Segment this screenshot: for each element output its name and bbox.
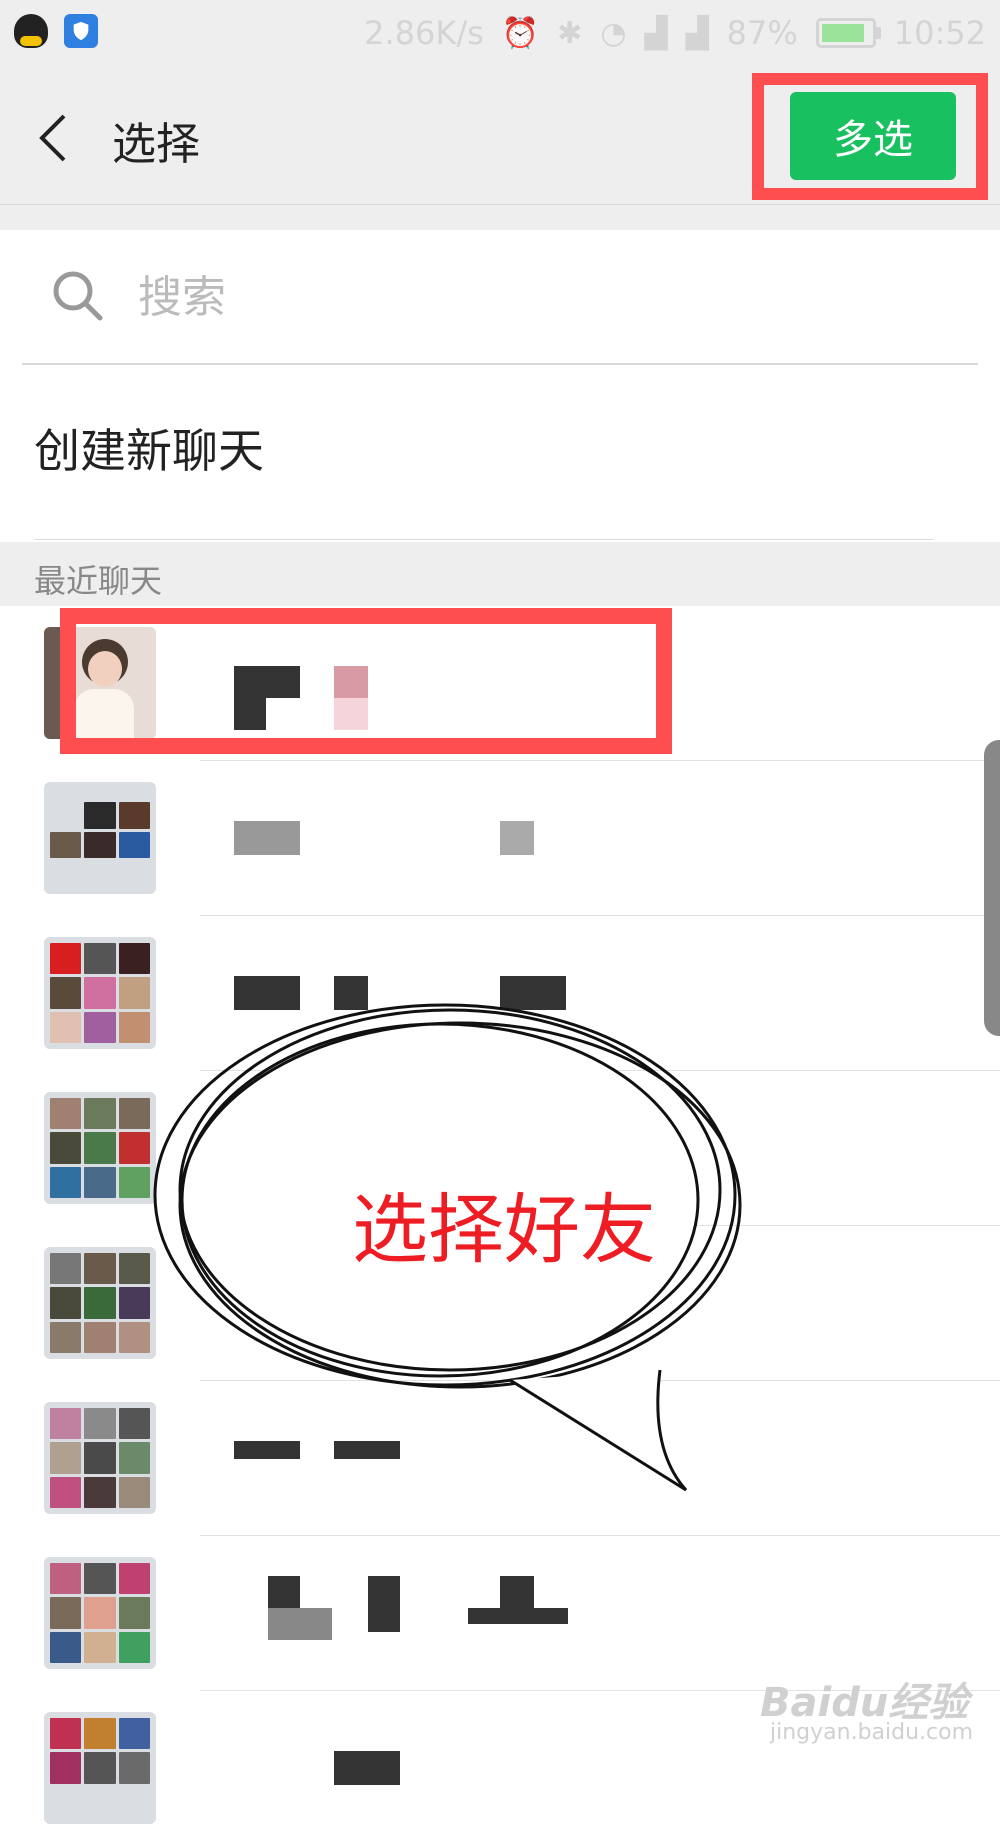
highlight-box-multi-select — [752, 73, 988, 200]
battery-icon — [815, 18, 881, 48]
battery-percent: 87% — [726, 14, 798, 52]
wifi-icon: ◔ — [600, 15, 627, 51]
highlight-box-chat-row — [60, 608, 672, 754]
avatar — [44, 782, 156, 894]
create-new-chat-label: 创建新聊天 — [34, 424, 264, 478]
signal-icon: ▟ — [685, 15, 709, 51]
avatar — [44, 1092, 156, 1204]
status-bar: 2.86K/s ⏰ ✱ ◔ ▟ ▟ 87% 10:52 — [0, 0, 1000, 70]
signal-icon: ▟ — [644, 15, 668, 51]
divider — [34, 539, 934, 540]
back-arrow-icon[interactable] — [34, 110, 80, 166]
create-new-chat[interactable]: 创建新聊天 — [0, 365, 1000, 540]
chat-row-7[interactable] — [0, 1536, 1000, 1691]
chat-row-2[interactable] — [0, 761, 1000, 916]
shield-app-icon — [64, 14, 98, 48]
avatar — [44, 1402, 156, 1514]
alarm-icon: ⏰ — [501, 15, 540, 51]
search-icon — [53, 271, 103, 321]
clock: 10:52 — [893, 14, 986, 52]
app-header: 选择 多选 — [0, 70, 1000, 205]
section-label: 最近聊天 — [34, 562, 163, 600]
page-title: 选择 — [112, 119, 200, 170]
avatar — [44, 937, 156, 1049]
search-input[interactable] — [136, 266, 840, 328]
avatar — [44, 1712, 156, 1824]
network-speed: 2.86K/s — [364, 14, 484, 52]
bluetooth-icon: ✱ — [557, 15, 583, 51]
qq-app-icon — [14, 14, 48, 48]
section-header-recent: 最近聊天 — [0, 542, 1000, 606]
avatar — [44, 1247, 156, 1359]
watermark-url: jingyan.baidu.com — [770, 1720, 974, 1745]
search-bar — [0, 230, 1000, 365]
divider — [0, 205, 1000, 230]
avatar — [44, 1557, 156, 1669]
scrollbar[interactable] — [984, 740, 1000, 1036]
annotation-text: 选择好友 — [352, 1185, 656, 1274]
